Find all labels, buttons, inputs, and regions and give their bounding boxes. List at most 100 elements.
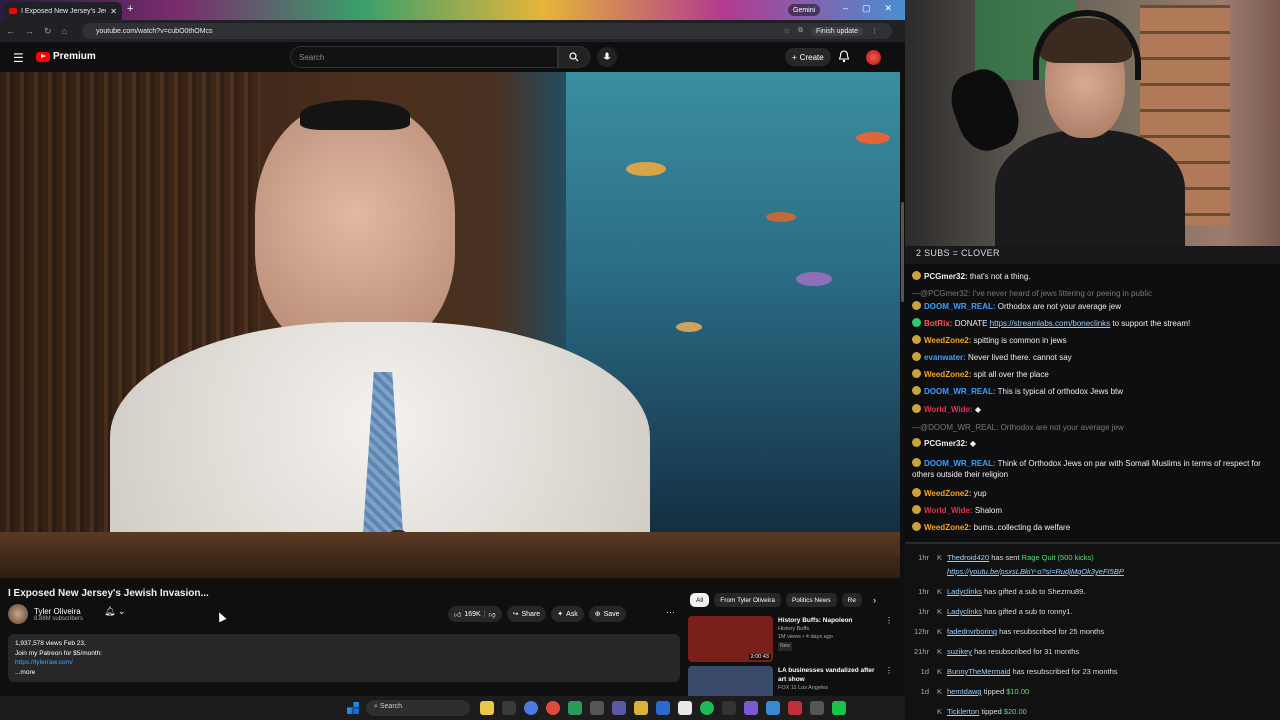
event-text: has sent [989, 553, 1022, 562]
taskbar-search[interactable]: ⌕ Search [366, 700, 470, 716]
new-tab-icon[interactable]: + [127, 3, 133, 15]
more-actions-icon[interactable]: ⋯ [666, 607, 675, 618]
app-icon[interactable] [722, 701, 736, 715]
create-button[interactable]: + Create [785, 48, 831, 66]
scrollbar-thumb[interactable] [901, 202, 904, 302]
file-explorer-icon[interactable] [480, 701, 494, 715]
event-username[interactable]: Ladyclinks [947, 607, 982, 616]
event-link[interactable]: https://youtu.be/psxsLBkiY-o?si=RudjMqOk… [947, 567, 1124, 577]
chat-username[interactable]: World_Wide: [924, 405, 973, 414]
related-video-title[interactable]: LA businesses vandalized after art show [778, 666, 880, 684]
chat-username[interactable]: PCGmer32: [924, 439, 968, 448]
chat-username[interactable]: DOOM_WR_REAL: [924, 387, 996, 396]
reload-icon[interactable]: ↻ [44, 26, 52, 37]
voice-search-button[interactable] [597, 47, 617, 67]
related-video-thumbnail[interactable]: 2:00:43 [688, 616, 773, 662]
stream-events: 1hr K Thedroid420 has sent Rage Quit (500 … [905, 542, 1280, 720]
close-window-icon[interactable]: ✕ [885, 3, 893, 14]
youtube-logo[interactable]: Premium [36, 51, 96, 62]
event-username[interactable]: fadednvrboring [947, 627, 997, 636]
spotify-icon[interactable] [700, 701, 714, 715]
filter-chip[interactable]: From Tyler Oliveira [714, 593, 782, 607]
event-username[interactable]: Ladyclinks [947, 587, 982, 596]
app-icon[interactable] [656, 701, 670, 715]
like-button[interactable]: 👍︎ 169K | 👎︎ [448, 606, 502, 622]
close-tab-icon[interactable]: ✕ [110, 7, 117, 16]
app-icon[interactable] [678, 701, 692, 715]
channel-name[interactable]: Tyler Oliveira [34, 607, 83, 616]
chat-link[interactable]: https://streamlabs.com/boneclinks [990, 319, 1111, 328]
kick-icon: K [937, 707, 943, 716]
more-options-icon[interactable]: ⋮ [885, 616, 893, 662]
chat-username[interactable]: WeedZone2: [924, 370, 971, 379]
browser-menu-icon[interactable]: ⋮ [871, 27, 878, 35]
save-button[interactable]: ⊕ Save [588, 606, 626, 622]
thumbs-down-icon[interactable]: 👎︎ [489, 610, 496, 619]
app-icon[interactable] [568, 701, 582, 715]
task-view-icon[interactable] [502, 701, 516, 715]
event-highlight: Rage Quit (500 kicks) [1021, 553, 1094, 562]
chat-username[interactable]: DOOM_WR_REAL: [924, 302, 996, 311]
chat-username[interactable]: WeedZone2: [924, 523, 971, 532]
address-bar[interactable]: youtube.com/watch?v=cubO0thOMcs ☆ ⧉ Fini… [82, 23, 892, 39]
app-icon[interactable] [832, 701, 846, 715]
chat-username[interactable]: BotRix: [924, 319, 952, 328]
chat-username[interactable]: PCGmer32: [924, 272, 968, 281]
event-username[interactable]: hemtdawg [947, 687, 982, 696]
chrome-icon[interactable] [524, 701, 538, 715]
chat-username[interactable]: World_Wide: [924, 506, 973, 515]
app-icon[interactable] [810, 701, 824, 715]
app-icon[interactable] [788, 701, 802, 715]
address-bar-actions: ☆ ⧉ Finish update ⋮ [784, 26, 878, 36]
folder-icon[interactable] [634, 701, 648, 715]
show-more-link[interactable]: ...more [15, 668, 673, 678]
hamburger-menu-icon[interactable]: ☰ [13, 51, 24, 65]
app-icon[interactable] [744, 701, 758, 715]
description-link[interactable]: https://tylerraw.com/ [15, 658, 673, 668]
filter-chip[interactable]: Re [841, 593, 862, 607]
subscription-bell-button[interactable]: 🔔︎ ⌄ [104, 606, 125, 617]
description-box[interactable]: 1,937,578 views Feb 23, Join my Patreon … [8, 634, 680, 682]
kick-icon: K [937, 687, 943, 696]
event-username[interactable]: suzikey [947, 647, 972, 656]
maximize-icon[interactable]: ▢ [862, 3, 871, 14]
search-input[interactable]: Search [290, 46, 558, 68]
forward-icon[interactable]: → [25, 26, 34, 36]
back-icon[interactable]: ← [6, 26, 15, 36]
chat-username[interactable]: evanwater: [924, 353, 966, 362]
chat-message: World_Wide: ◆ [912, 404, 1274, 415]
ask-button[interactable]: ✦ Ask [551, 606, 584, 622]
channel-avatar[interactable] [8, 604, 28, 624]
search-button[interactable] [558, 46, 590, 68]
browser-tab[interactable]: I Exposed New Jersey's Jew ✕ [4, 2, 122, 20]
event-username[interactable]: Ticklerton [947, 707, 979, 716]
event-username[interactable]: Thedroid420 [947, 553, 989, 562]
related-video-channel[interactable]: History Buffs [778, 625, 880, 633]
related-video-channel[interactable]: FOX 11 Los Angeles [778, 684, 880, 692]
chat-username[interactable]: DOOM_WR_REAL: [924, 459, 996, 468]
related-video-item[interactable]: 2:00:43 History Buffs: Napoleon History Bu… [688, 616, 893, 662]
event-username[interactable]: BunnyTheMermaid [947, 667, 1010, 676]
notifications-bell-icon[interactable] [838, 50, 850, 63]
minimize-icon[interactable]: – [843, 3, 848, 14]
chat-username[interactable]: WeedZone2: [924, 336, 971, 345]
app-icon[interactable] [590, 701, 604, 715]
filter-chip[interactable]: All [690, 593, 710, 607]
extensions-icon[interactable]: ⧉ [798, 27, 803, 35]
browser-icon[interactable] [546, 701, 560, 715]
app-icon[interactable] [612, 701, 626, 715]
video-player[interactable] [0, 72, 900, 578]
bookmark-icon[interactable]: ☆ [784, 27, 790, 35]
app-icon[interactable] [766, 701, 780, 715]
share-button[interactable]: ↪ Share [506, 606, 547, 622]
gemini-button[interactable]: Gemini [788, 4, 821, 16]
finish-update-button[interactable]: Finish update [810, 26, 863, 36]
account-avatar[interactable] [866, 50, 881, 65]
filter-chip[interactable]: Politics News [786, 593, 837, 607]
home-icon[interactable]: ⌂ [62, 26, 67, 36]
chat-username[interactable]: WeedZone2: [924, 489, 971, 498]
related-video-title[interactable]: History Buffs: Napoleon [778, 616, 880, 625]
emote-icon: ◆ [974, 405, 982, 414]
chevron-right-icon[interactable]: › [873, 595, 876, 605]
windows-start-icon[interactable] [347, 702, 359, 714]
